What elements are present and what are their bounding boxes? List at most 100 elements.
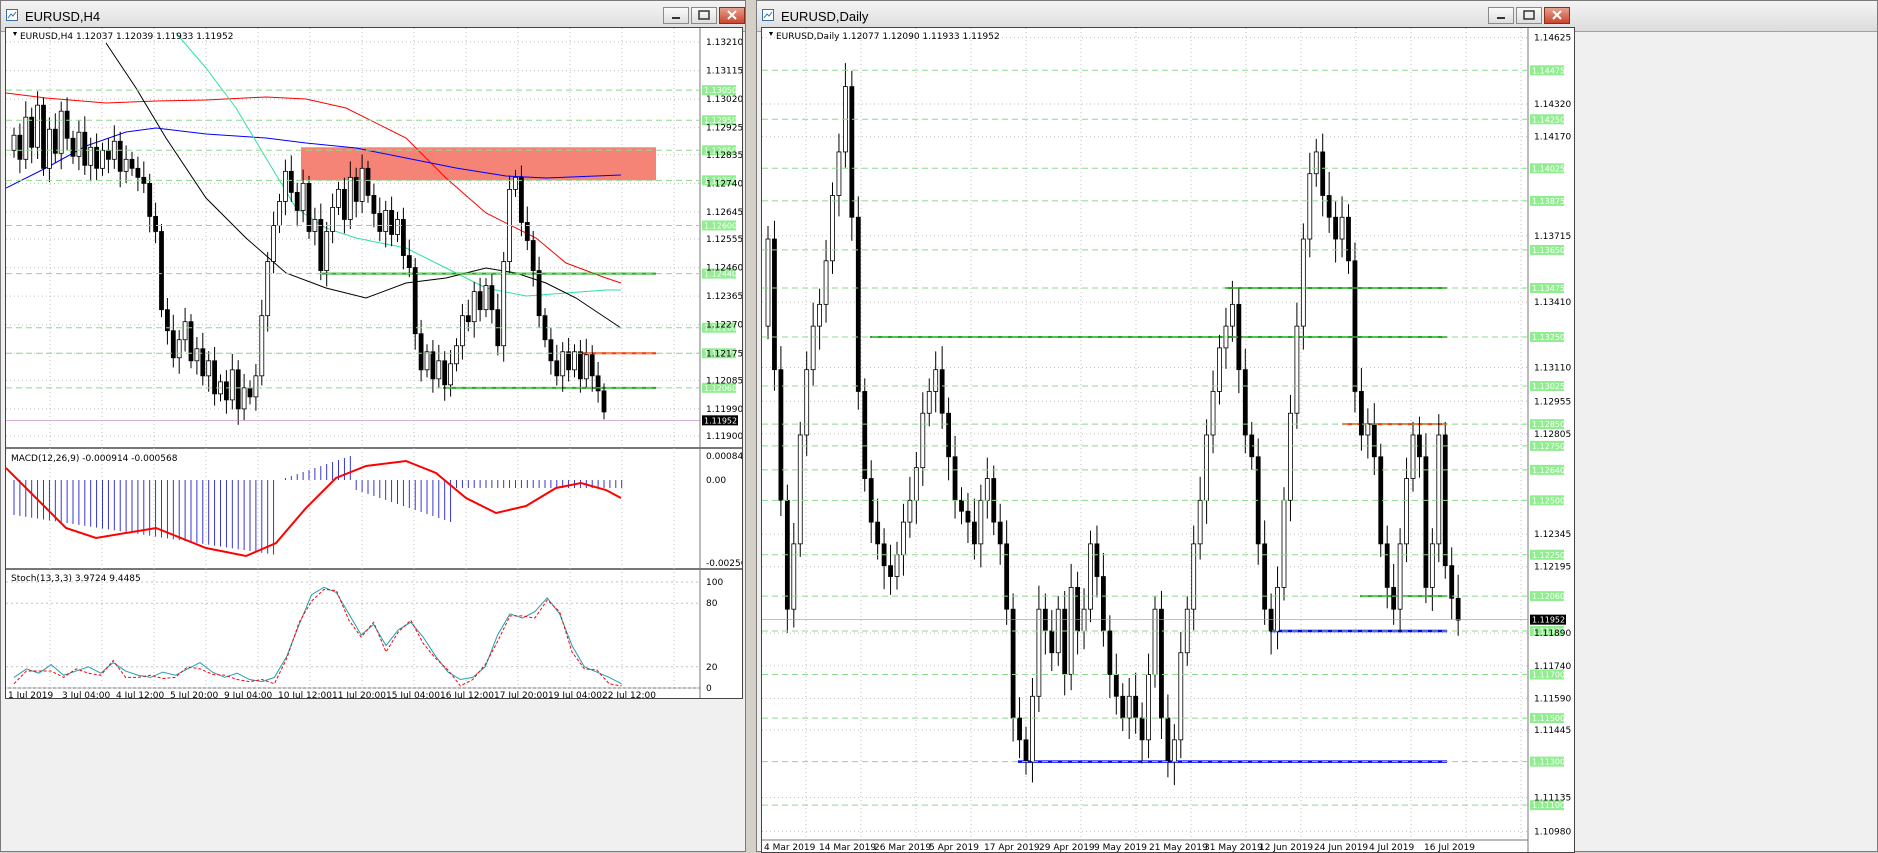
candle-body bbox=[330, 207, 336, 232]
candle-body bbox=[111, 140, 117, 160]
candle-body bbox=[1049, 630, 1055, 654]
price-tick-label: 1.12645 bbox=[706, 208, 743, 218]
level-tag-label: 1.12850 bbox=[1532, 420, 1565, 429]
candle-body bbox=[41, 104, 46, 169]
time-axis-label: 1 Jul 2019 bbox=[8, 691, 53, 699]
time-axis-label: 3 Jul 04:00 bbox=[62, 691, 111, 699]
candle-body bbox=[82, 131, 88, 166]
time-axis-label: 17 Jul 20:00 bbox=[494, 691, 548, 699]
level-tag-label: 1.12500 bbox=[1532, 496, 1565, 505]
h4-chart-canvas[interactable]: 1.130501.129501.128501.127501.126001.124… bbox=[6, 28, 743, 699]
close-button[interactable] bbox=[1544, 7, 1570, 24]
candle-body bbox=[1346, 216, 1351, 262]
candle-body bbox=[1333, 216, 1338, 240]
candle-body bbox=[1191, 543, 1197, 610]
stoch-tick-label: 100 bbox=[706, 578, 723, 588]
candle-body bbox=[1204, 434, 1210, 501]
chart-window-icon bbox=[6, 9, 18, 21]
h4-chart-area[interactable]: 1.13050 1.12950 1.12850 1.12750 1.12600 1.124… bbox=[5, 27, 743, 699]
stoch-tick-label: 0 bbox=[706, 684, 712, 694]
candle-body bbox=[1120, 695, 1126, 719]
time-axis-label: 11 Jul 20:00 bbox=[332, 691, 386, 699]
maximize-button[interactable] bbox=[691, 7, 717, 24]
candle-body bbox=[1384, 543, 1390, 588]
candle-body bbox=[400, 219, 406, 256]
candle-body bbox=[1159, 608, 1164, 719]
price-tick-label: 1.11135 bbox=[1534, 794, 1571, 804]
price-tick-label: 1.12175 bbox=[706, 349, 743, 359]
candle-body bbox=[418, 333, 424, 371]
price-tick-label: 1.12365 bbox=[706, 292, 743, 302]
time-axis-label: 22 Jul 12:00 bbox=[602, 691, 656, 699]
candle-body bbox=[223, 381, 229, 401]
candle-body bbox=[229, 369, 235, 401]
candle-body bbox=[371, 194, 377, 214]
candle-body bbox=[601, 390, 607, 413]
candle-body bbox=[436, 360, 442, 380]
candle-body bbox=[1268, 608, 1274, 632]
candle-body bbox=[1126, 695, 1132, 719]
price-tick-label: 1.13210 bbox=[706, 38, 743, 48]
candle-body bbox=[489, 285, 495, 311]
candle-body bbox=[589, 354, 595, 377]
maximize-icon bbox=[1523, 10, 1535, 20]
candle-body bbox=[778, 369, 784, 501]
candle-body bbox=[823, 260, 829, 305]
candle-body bbox=[106, 149, 111, 160]
candle-body bbox=[353, 176, 359, 202]
maximize-button[interactable] bbox=[1516, 7, 1542, 24]
candle-body bbox=[389, 210, 395, 235]
price-tick-label: 1.12085 bbox=[706, 376, 743, 386]
candle-body bbox=[797, 434, 803, 545]
candle-body bbox=[1088, 543, 1093, 610]
candle-body bbox=[1036, 608, 1042, 697]
candle-body bbox=[206, 360, 212, 377]
price-tick-label: 1.12270 bbox=[706, 321, 743, 331]
level-tag-label: 1.13475 bbox=[1532, 284, 1565, 293]
daily-chart-window[interactable]: EURUSD,Daily 1.14475 1.14250 1.14025 1.1387… bbox=[756, 0, 1878, 853]
candle-body bbox=[888, 565, 893, 577]
h4-chart-window[interactable]: EURUSD,H4 1.13050 1.12950 1.12850 1.12750 1.… bbox=[0, 0, 746, 852]
candle-body bbox=[1075, 587, 1081, 632]
candle-body bbox=[271, 225, 277, 262]
candle-body bbox=[1139, 717, 1145, 741]
candle-body bbox=[1391, 587, 1397, 610]
candle-body bbox=[1359, 391, 1364, 436]
candle-body bbox=[1300, 238, 1306, 327]
level-tag-label: 1.11500 bbox=[1532, 714, 1565, 723]
level-tag-label: 1.12750 bbox=[1532, 442, 1565, 451]
minimize-button[interactable] bbox=[1488, 7, 1514, 24]
close-button[interactable] bbox=[719, 7, 745, 24]
price-tick-label: 1.12345 bbox=[1534, 530, 1571, 540]
candle-body bbox=[377, 213, 383, 232]
candle-body bbox=[1042, 608, 1048, 632]
price-tick-label: 1.12835 bbox=[706, 151, 743, 161]
candle-body bbox=[1217, 347, 1222, 392]
candle-body bbox=[984, 478, 990, 501]
candle-body bbox=[1133, 695, 1139, 719]
candle-body bbox=[1275, 587, 1280, 632]
daily-window-title: EURUSD,Daily bbox=[781, 9, 869, 24]
candle-body bbox=[153, 216, 159, 232]
minimize-button[interactable] bbox=[663, 7, 689, 24]
candle-body bbox=[365, 167, 371, 196]
daily-chart-area[interactable]: 1.14475 1.14250 1.14025 1.13875 1.13650 1.134… bbox=[761, 27, 1575, 853]
price-tick-label: 1.11990 bbox=[706, 405, 743, 415]
candle-body bbox=[318, 219, 324, 271]
candle-body bbox=[383, 210, 389, 232]
candle-body bbox=[1146, 674, 1151, 741]
candle-body bbox=[1320, 151, 1326, 196]
candle-body bbox=[1152, 608, 1158, 675]
minimize-icon bbox=[672, 17, 680, 19]
candle-body bbox=[1326, 195, 1332, 218]
candle-body bbox=[765, 238, 771, 327]
level-tag-label: 1.13025 bbox=[1532, 382, 1565, 391]
candle-body bbox=[939, 369, 945, 414]
price-tick-label: 1.13020 bbox=[706, 95, 743, 105]
candle-body bbox=[471, 291, 477, 323]
daily-chart-canvas[interactable]: 1.14475 1.14250 1.14025 1.13875 1.13650 1.134… bbox=[762, 28, 1575, 853]
candle-body bbox=[253, 375, 259, 398]
candle-body bbox=[1229, 303, 1235, 327]
candle-body bbox=[1262, 543, 1268, 610]
price-tick-label: 1.14170 bbox=[1534, 133, 1571, 143]
